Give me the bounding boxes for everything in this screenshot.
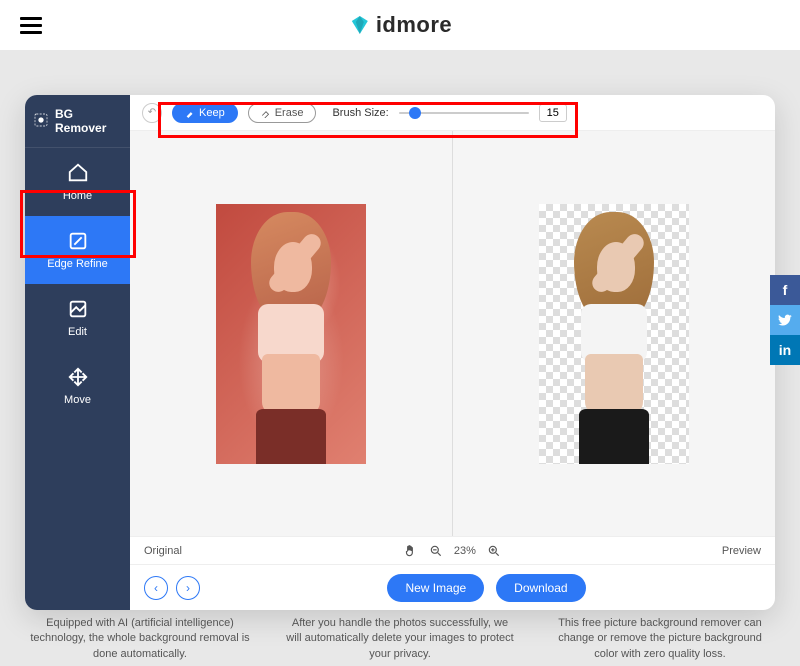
brush-size-label: Brush Size: xyxy=(332,107,388,119)
sidebar-item-edit[interactable]: Edit xyxy=(25,284,130,352)
hamburger-icon[interactable] xyxy=(20,17,42,34)
sidebar-item-home[interactable]: Home xyxy=(25,148,130,216)
nav-label: Edit xyxy=(68,326,87,338)
sidebar-item-move[interactable]: Move xyxy=(25,352,130,420)
edit-icon xyxy=(67,298,89,320)
zoom-value: 23% xyxy=(454,545,476,557)
sidebar-title-label: BG Remover xyxy=(55,107,122,135)
twitter-icon[interactable] xyxy=(770,305,800,335)
erase-button[interactable]: Erase xyxy=(248,103,317,123)
zoom-out-button[interactable] xyxy=(428,543,444,559)
nav-arrow-group: ‹ › xyxy=(144,576,200,600)
marketing-row: Equipped with AI (artificial intelligenc… xyxy=(25,616,775,662)
move-icon xyxy=(67,366,89,388)
brush-size-slider[interactable] xyxy=(399,110,529,116)
marketing-col-3: This free picture background remover can… xyxy=(545,616,775,662)
nav-label: Home xyxy=(63,190,92,202)
brand-logo[interactable]: idmore xyxy=(348,12,452,38)
preview-label: Preview xyxy=(722,545,761,557)
undo-button[interactable]: ↶ xyxy=(142,103,162,123)
home-icon xyxy=(67,162,89,184)
app-header: idmore xyxy=(0,0,800,50)
bg-remover-icon xyxy=(33,112,49,131)
brand-text: idmore xyxy=(376,12,452,38)
main-panel: ↶ Keep Erase Brush Size: 15 xyxy=(130,95,775,610)
undo-redo-group: ↶ xyxy=(142,103,162,123)
preview-pane[interactable] xyxy=(453,131,775,536)
zoom-in-button[interactable] xyxy=(486,543,502,559)
original-image xyxy=(216,204,366,464)
sidebar-nav: Home Edge Refine Edit Move xyxy=(25,148,130,420)
sidebar: BG Remover Home Edge Refine Edit Move xyxy=(25,95,130,610)
original-label: Original xyxy=(144,545,182,557)
nav-label: Edge Refine xyxy=(47,258,108,270)
prev-button[interactable]: ‹ xyxy=(144,576,168,600)
logo-icon xyxy=(348,13,372,37)
sidebar-item-edge-refine[interactable]: Edge Refine xyxy=(25,216,130,284)
sidebar-title: BG Remover xyxy=(25,95,130,148)
action-bar: ‹ › New Image Download xyxy=(130,564,775,610)
nav-label: Move xyxy=(64,394,91,406)
social-sidebar: f in xyxy=(770,275,800,365)
marketing-col-1: Equipped with AI (artificial intelligenc… xyxy=(25,616,255,662)
result-image xyxy=(539,204,689,464)
eraser-icon xyxy=(261,108,271,118)
keep-label: Keep xyxy=(199,107,225,119)
status-bar: Original 23% Preview xyxy=(130,536,775,564)
edge-refine-icon xyxy=(67,230,89,252)
linkedin-icon[interactable]: in xyxy=(770,335,800,365)
download-button[interactable]: Download xyxy=(496,574,585,602)
marketing-col-2: After you handle the photos successfully… xyxy=(285,616,515,662)
brush-icon xyxy=(185,108,195,118)
brush-size-value[interactable]: 15 xyxy=(539,104,567,122)
preview-area xyxy=(130,131,775,536)
edge-refine-toolbar: ↶ Keep Erase Brush Size: 15 xyxy=(130,95,775,131)
new-image-button[interactable]: New Image xyxy=(387,574,484,602)
erase-label: Erase xyxy=(275,107,304,119)
next-button[interactable]: › xyxy=(176,576,200,600)
bg-remover-app: BG Remover Home Edge Refine Edit Move xyxy=(25,95,775,610)
original-pane[interactable] xyxy=(130,131,452,536)
pan-hand-icon[interactable] xyxy=(402,543,418,559)
facebook-icon[interactable]: f xyxy=(770,275,800,305)
keep-button[interactable]: Keep xyxy=(172,103,238,123)
zoom-controls: 23% xyxy=(402,543,502,559)
